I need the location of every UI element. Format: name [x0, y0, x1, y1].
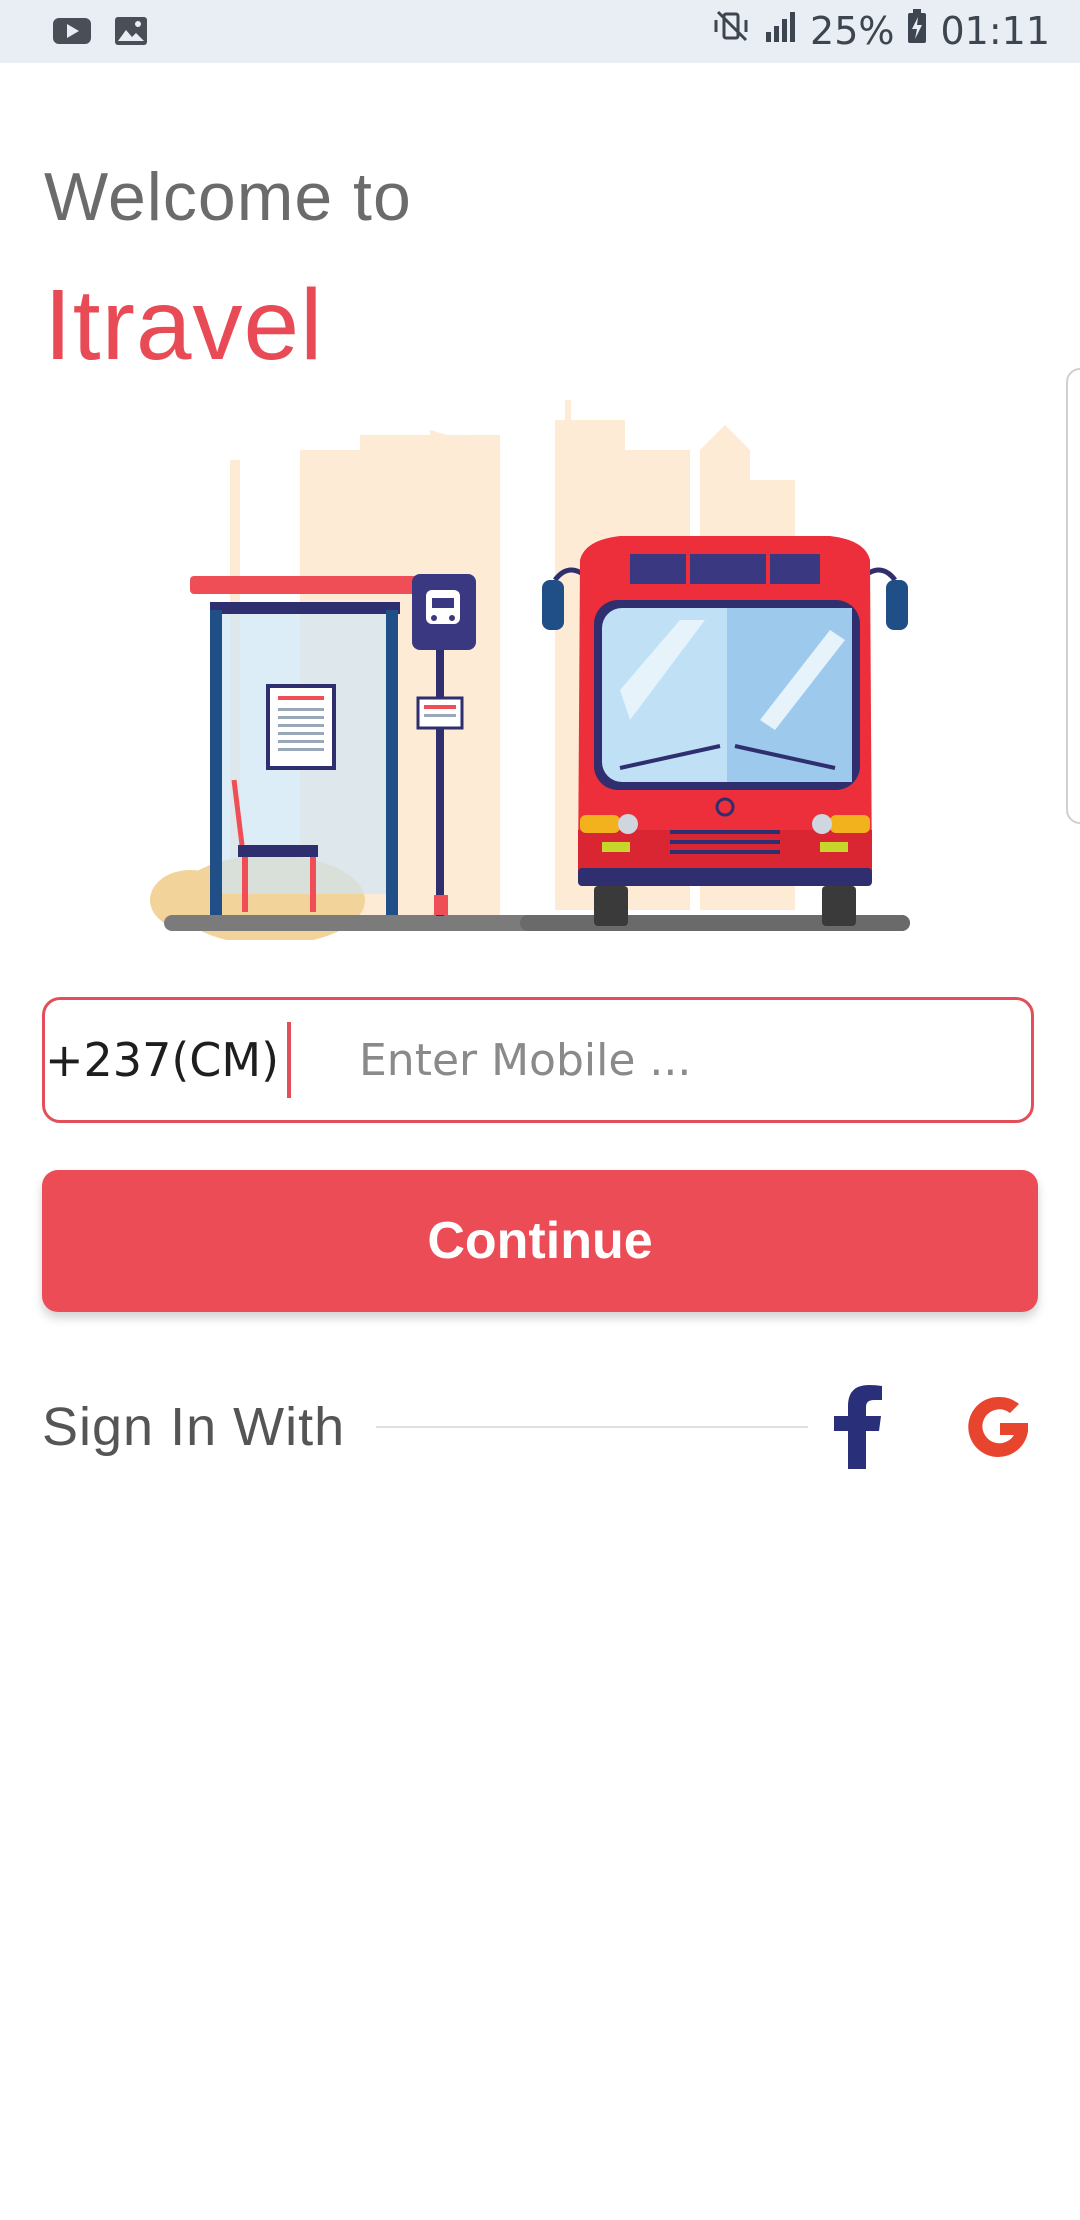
google-icon[interactable]: [962, 1390, 1036, 1464]
continue-button[interactable]: Continue: [42, 1170, 1038, 1312]
youtube-icon: [52, 16, 92, 51]
phone-input-box: +237(CM): [42, 997, 1034, 1123]
bus-stop-illustration: [150, 390, 930, 945]
brand-title: Itravel: [44, 269, 324, 381]
mobile-number-input[interactable]: [357, 1033, 1001, 1087]
battery-percent: 25%: [810, 8, 895, 53]
battery-icon: [906, 8, 928, 53]
status-left-icons: [52, 16, 148, 51]
gallery-icon: [114, 16, 148, 51]
sign-in-with-label: Sign In With: [42, 1397, 346, 1457]
bus-graphic: [542, 536, 908, 926]
edge-panel-handle[interactable]: [1066, 368, 1080, 824]
welcome-text: Welcome to: [44, 159, 412, 235]
input-divider: [287, 1022, 291, 1098]
facebook-icon[interactable]: [832, 1385, 884, 1469]
status-bar: 25% 01:11: [0, 0, 1080, 63]
sign-in-divider: [376, 1426, 808, 1428]
clock: 01:11: [940, 8, 1050, 53]
mute-vibrate-icon: [714, 8, 752, 53]
signal-icon: [764, 8, 798, 53]
country-code-selector[interactable]: +237(CM): [45, 1033, 287, 1087]
status-right: 25% 01:11: [714, 8, 1050, 53]
